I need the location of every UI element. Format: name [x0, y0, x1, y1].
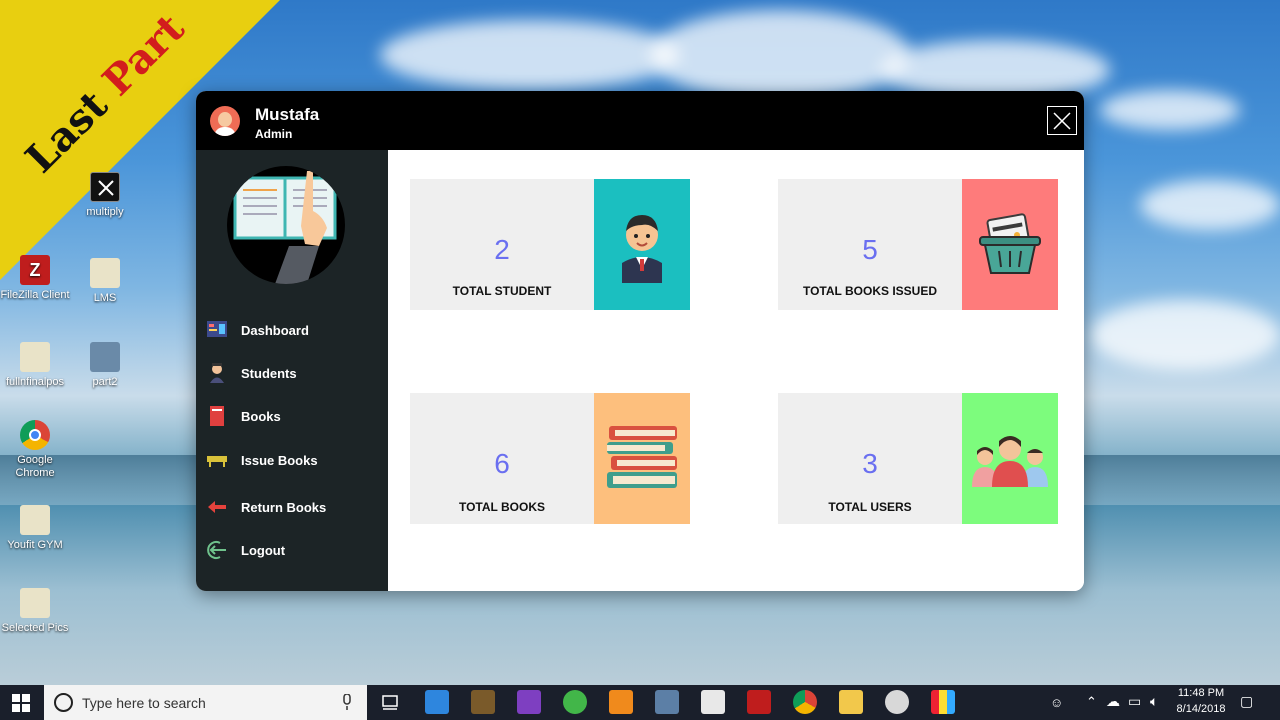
dashboard-icon — [206, 320, 228, 340]
taskbar-app-icon[interactable] — [471, 690, 495, 714]
desktop-icon-chrome[interactable]: Google Chrome — [0, 420, 70, 480]
visual-studio-icon[interactable] — [517, 690, 541, 714]
onedrive-icon[interactable]: ☁ — [1106, 693, 1120, 710]
stat-card-total-student[interactable]: 2 TOTAL STUDENT — [410, 179, 690, 310]
sublime-text-icon[interactable] — [609, 690, 633, 714]
stat-value: 6 — [494, 448, 510, 479]
clock-time[interactable]: 11:48 PM — [1170, 687, 1232, 699]
windows-logo-icon — [12, 694, 30, 712]
sidebar-item-label: Logout — [241, 542, 286, 558]
close-icon — [1053, 111, 1071, 130]
sidebar-item-return-books[interactable]: Return Books — [206, 494, 381, 520]
user-role: Admin — [255, 127, 293, 141]
desktop-icon-fullnfinalpos[interactable]: fullnfinalpos — [0, 342, 70, 389]
return-arrow-icon — [206, 497, 228, 517]
task-view-icon[interactable] — [378, 690, 402, 714]
sidebar-item-dashboard[interactable]: Dashboard — [206, 317, 381, 343]
taskbar: Type here to search ☺ ⌃ ☁ ▭ 🔈︎ 11:48 PM … — [0, 685, 1280, 720]
taskbar-app-icon[interactable] — [563, 690, 587, 714]
stat-value: 5 — [862, 234, 878, 265]
book-stack-icon — [594, 393, 690, 524]
stat-card-total-books-issued[interactable]: 5 TOTAL BOOKS ISSUED — [778, 179, 1058, 310]
user-avatar-icon — [210, 106, 240, 136]
filezilla-icon: Z — [20, 255, 50, 285]
user-name: Mustafa — [255, 105, 320, 124]
sidebar-item-books[interactable]: Books — [206, 403, 381, 429]
users-group-icon — [962, 393, 1058, 524]
multiply-icon — [90, 172, 120, 202]
desktop-icon-lms[interactable]: LMS — [70, 258, 140, 305]
folder-file-icon — [90, 258, 120, 288]
banner-word-part: Part — [93, 4, 194, 105]
open-book-logo-icon — [227, 166, 345, 284]
taskbar-search-box[interactable]: Type here to search — [44, 685, 367, 720]
stat-card-total-users[interactable]: 3 TOTAL USERS — [778, 393, 1058, 524]
student-icon — [206, 363, 228, 383]
clock-date[interactable]: 8/14/2018 — [1170, 703, 1232, 715]
desktop-icon-youfit-gym[interactable]: Youfit GYM — [0, 505, 70, 552]
taskbar-app-icon[interactable] — [655, 690, 679, 714]
folder-file-icon — [20, 505, 50, 535]
desktop-icon-label: Google Chrome — [15, 454, 55, 479]
sidebar-item-issue-books[interactable]: Issue Books — [206, 447, 381, 473]
filezilla-icon[interactable] — [747, 690, 771, 714]
desktop-icon-label: multiply — [86, 206, 124, 218]
folder-file-icon — [20, 588, 50, 618]
sidebar-item-label: Return Books — [241, 499, 327, 515]
sidebar-item-label: Students — [241, 365, 297, 381]
stat-card-total-books[interactable]: 6 TOTAL BOOKS — [410, 393, 690, 524]
network-icon[interactable]: ▭ — [1128, 693, 1141, 710]
stat-caption: TOTAL BOOKS — [458, 500, 545, 514]
student-avatar-icon — [594, 179, 690, 310]
stat-value: 2 — [494, 234, 510, 265]
title-bar: Mustafa Admin — [196, 91, 1084, 150]
sidebar-item-logout[interactable]: Logout — [206, 537, 381, 563]
stat-caption: TOTAL BOOKS ISSUED — [802, 284, 937, 298]
issue-icon — [206, 450, 228, 470]
taskbar-app-icon[interactable] — [701, 690, 725, 714]
desktop-icon-multiply[interactable]: multiply — [70, 172, 140, 219]
desktop-icon-label: FileZilla Client — [0, 289, 70, 301]
desktop-icon-filezilla[interactable]: Z FileZilla Client — [0, 255, 70, 302]
banner-text: Last Part — [14, 3, 196, 185]
close-button[interactable] — [1047, 106, 1077, 135]
chevron-up-icon[interactable]: ⌃ — [1086, 694, 1097, 710]
logout-icon — [206, 540, 228, 560]
chrome-icon[interactable] — [793, 690, 817, 714]
sidebar-item-students[interactable]: Students — [206, 360, 381, 386]
cortana-icon — [54, 693, 73, 712]
sidebar: Dashboard Students Books Issue Books Ret… — [196, 150, 388, 591]
taskbar-app-icon[interactable] — [425, 690, 449, 714]
people-icon[interactable]: ☺ — [1050, 695, 1063, 710]
windows-start-button[interactable] — [12, 694, 30, 712]
lms-dashboard-window: Mustafa Admin Dashboard Students Books I… — [196, 91, 1084, 591]
basket-card-icon — [962, 179, 1058, 310]
stat-caption: TOTAL STUDENT — [452, 284, 552, 298]
notification-icon[interactable]: ▢ — [1240, 693, 1253, 710]
paint-icon[interactable] — [885, 690, 909, 714]
folder-file-icon — [20, 342, 50, 372]
sidebar-item-label: Dashboard — [241, 322, 309, 338]
microphone-icon[interactable] — [342, 694, 352, 710]
dashboard-content: 2 TOTAL STUDENT 5 TOTAL BOOKS ISSUED 6 T… — [388, 150, 1084, 591]
desktop-icon-label: part2 — [92, 376, 118, 388]
file-explorer-icon[interactable] — [839, 690, 863, 714]
desktop-icon-label: fullnfinalpos — [5, 376, 65, 388]
desktop-icon-label: Youfit GYM — [7, 539, 63, 551]
sidebar-item-label: Books — [241, 408, 281, 424]
volume-icon[interactable]: 🔈︎ — [1150, 693, 1158, 710]
chrome-icon — [20, 420, 50, 450]
sidebar-item-label: Issue Books — [241, 452, 318, 468]
stat-caption: TOTAL USERS — [828, 500, 912, 514]
image-file-icon — [90, 342, 120, 372]
search-placeholder: Type here to search — [82, 695, 206, 711]
desktop-icon-label: Selected Pics — [1, 622, 69, 634]
desktop-icon-selected-pics[interactable]: Selected Pics — [0, 588, 70, 635]
book-icon — [206, 406, 228, 426]
desktop-icon-part2[interactable]: part2 — [70, 342, 140, 389]
banner-word-last: Last — [16, 81, 117, 183]
active-app-icon[interactable] — [931, 690, 955, 714]
desktop-icon-label: LMS — [93, 292, 117, 304]
stat-value: 3 — [862, 448, 878, 479]
